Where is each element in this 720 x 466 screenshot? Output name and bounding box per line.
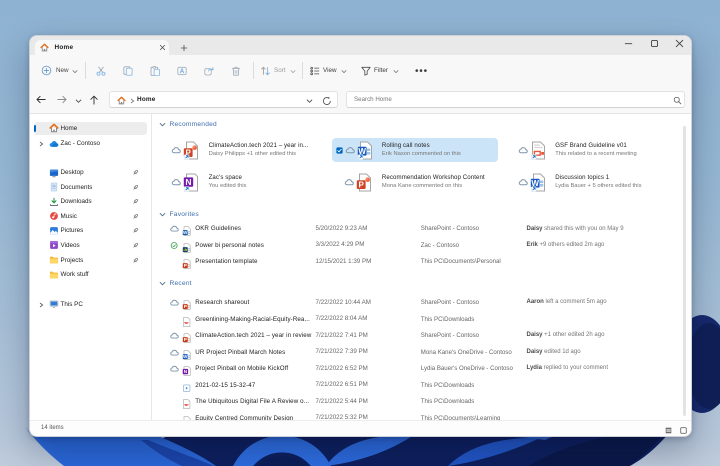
svg-text:W: W — [183, 354, 188, 359]
svg-text:P: P — [183, 337, 186, 342]
svg-text:N: N — [186, 176, 192, 186]
svg-text:P: P — [359, 180, 365, 189]
svg-text:W: W — [183, 231, 188, 236]
svg-text:P: P — [183, 304, 186, 309]
svg-text:P: P — [183, 263, 186, 268]
